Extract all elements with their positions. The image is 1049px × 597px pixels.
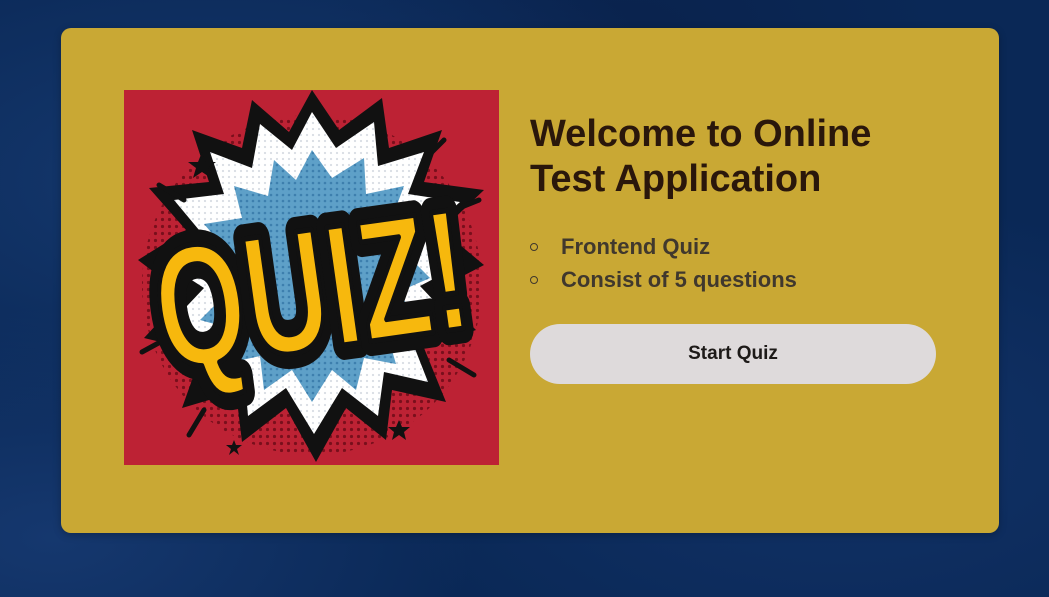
list-item-label: Frontend Quiz	[561, 234, 711, 259]
list-item-label: Consist of 5 questions	[561, 267, 797, 292]
quiz-info-list: Frontend Quiz Consist of 5 questions	[530, 230, 950, 296]
bullet-circle-icon	[530, 276, 538, 284]
start-quiz-button[interactable]: Start Quiz	[530, 324, 936, 384]
bullet-circle-icon	[530, 243, 538, 251]
welcome-content: Welcome to Online Test Application Front…	[530, 112, 950, 384]
quiz-burst-image: QUIZ! QUIZ!	[124, 90, 499, 465]
welcome-card: QUIZ! QUIZ! Welcome to Online Test Appli…	[61, 28, 999, 533]
page-title: Welcome to Online Test Application	[530, 113, 872, 200]
list-item: Frontend Quiz	[530, 230, 950, 263]
list-item: Consist of 5 questions	[530, 263, 950, 296]
